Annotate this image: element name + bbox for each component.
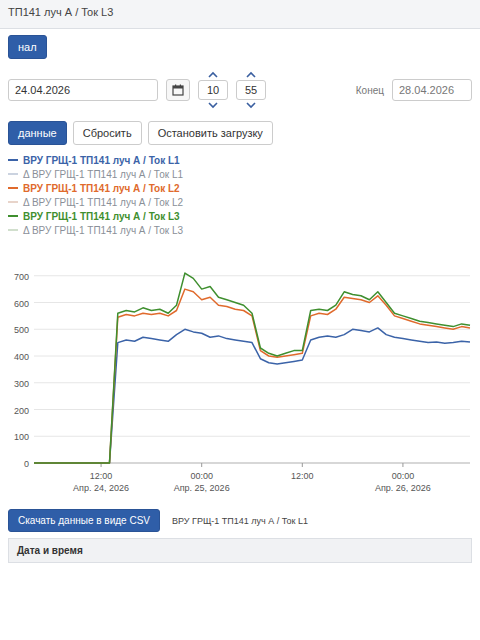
grid-line <box>34 436 470 437</box>
end-date-field[interactable] <box>392 79 472 101</box>
calendar-button[interactable] <box>166 79 190 101</box>
grid-line <box>34 329 470 330</box>
calendar-icon <box>172 84 184 96</box>
download-csv-button[interactable]: Скачать данные в виде CSV <box>8 509 160 532</box>
page: ТП141 луч А / Ток L3 нал Конец данныеСброси… <box>0 0 480 640</box>
x-tick-time: 12:00 <box>90 471 113 481</box>
x-tick-date: Апр. 26, 2026 <box>375 483 431 493</box>
actions-row: данныеСброситьОстановить загрузку <box>0 115 480 151</box>
grid-line <box>34 356 470 357</box>
y-tick: 0 <box>24 459 470 469</box>
legend-mark <box>8 173 18 175</box>
y-tick-label: 300 <box>14 379 29 389</box>
chevron-down-icon[interactable] <box>208 102 218 109</box>
legend-mark <box>8 229 18 231</box>
legend-label: Δ ВРУ ГРЩ-1 ТП141 луч А / Ток L1 <box>23 169 183 180</box>
legend-mark <box>8 215 18 217</box>
y-tick: 300 <box>14 379 470 389</box>
panel-header: ТП141 луч А / Ток L3 <box>0 0 480 29</box>
y-tick-label: 600 <box>14 299 29 309</box>
y-tick-label: 200 <box>14 406 29 416</box>
x-tick-time: 00:00 <box>190 471 213 481</box>
x-tick: 00:00 Апр. 25, 2026 <box>174 463 230 493</box>
range-row: Конец <box>0 65 480 115</box>
x-tick: 12:00 Апр. 24, 2026 <box>73 463 129 493</box>
x-tick: 12:00 <box>291 463 314 481</box>
x-tick-date: Апр. 25, 2026 <box>174 483 230 493</box>
panel-title: ТП141 луч А / Ток L3 <box>8 6 113 18</box>
footer: Скачать данные в виде CSV ВРУ ГРЩ-1 ТП141… <box>0 505 480 563</box>
x-tick: 00:00 Апр. 26, 2026 <box>375 463 431 493</box>
legend: ВРУ ГРЩ-1 ТП141 луч А / Ток L1 Δ ВРУ ГРЩ-… <box>0 153 480 237</box>
minute-spinner <box>236 71 266 109</box>
x-tick-time: 12:00 <box>291 471 314 481</box>
channel-row: нал <box>0 29 480 65</box>
hour-spinner <box>198 71 228 109</box>
chevron-up-icon[interactable] <box>208 71 218 78</box>
hour-field[interactable] <box>198 80 228 100</box>
legend-item[interactable]: ВРУ ГРЩ-1 ТП141 луч А / Ток L2 <box>8 181 472 195</box>
series-line <box>34 273 470 463</box>
legend-item[interactable]: ВРУ ГРЩ-1 ТП141 луч А / Ток L3 <box>8 209 472 223</box>
chevron-up-icon[interactable] <box>246 71 256 78</box>
x-tick-date: Апр. 24, 2026 <box>73 483 129 493</box>
legend-item[interactable]: ВРУ ГРЩ-1 ТП141 луч А / Ток L1 <box>8 153 472 167</box>
table-caption: ВРУ ГРЩ-1 ТП141 луч А / Ток L1 <box>172 516 308 526</box>
x-axis: 12:00 Апр. 24, 2026 00:00 Апр. 25, 2026 12:0… <box>34 463 470 493</box>
legend-label: Δ ВРУ ГРЩ-1 ТП141 луч А / Ток L3 <box>23 225 183 236</box>
minute-field[interactable] <box>236 80 266 100</box>
end-label: Конец <box>356 85 384 96</box>
legend-item[interactable]: Δ ВРУ ГРЩ-1 ТП141 луч А / Ток L3 <box>8 223 472 237</box>
grid-line <box>34 409 470 410</box>
channel-button[interactable]: нал <box>8 35 47 59</box>
y-tick: 100 <box>14 432 470 442</box>
y-tick-label: 0 <box>24 459 29 469</box>
chart: 0 100 200 300 400 500 600 700 12:00 Апр. 24, 2026… <box>0 237 480 505</box>
legend-mark <box>8 187 18 189</box>
y-tick-label: 500 <box>14 325 29 335</box>
legend-mark <box>8 201 18 203</box>
x-tick-mark <box>201 463 202 467</box>
chevron-down-icon[interactable] <box>246 102 256 109</box>
table-header: Дата и время <box>8 538 472 563</box>
y-tick: 200 <box>14 406 470 416</box>
x-tick-mark <box>402 463 403 467</box>
x-tick-mark <box>302 463 303 467</box>
legend-mark <box>8 159 18 161</box>
footer-row: Скачать данные в виде CSV ВРУ ГРЩ-1 ТП141… <box>8 509 472 532</box>
legend-label: ВРУ ГРЩ-1 ТП141 луч А / Ток L3 <box>23 211 180 222</box>
y-tick-label: 400 <box>14 352 29 362</box>
legend-label: ВРУ ГРЩ-1 ТП141 луч А / Ток L1 <box>23 155 180 166</box>
legend-label: ВРУ ГРЩ-1 ТП141 луч А / Ток L2 <box>23 183 180 194</box>
action-button[interactable]: данные <box>8 121 67 145</box>
y-tick: 600 <box>14 299 470 309</box>
x-tick-time: 00:00 <box>392 471 415 481</box>
legend-label: Δ ВРУ ГРЩ-1 ТП141 луч А / Ток L2 <box>23 197 183 208</box>
grid-line <box>34 382 470 383</box>
series-line <box>34 328 470 463</box>
legend-item[interactable]: Δ ВРУ ГРЩ-1 ТП141 луч А / Ток L1 <box>8 167 472 181</box>
y-tick-label: 700 <box>14 272 29 282</box>
y-tick: 700 <box>14 272 470 282</box>
line-chart: 0 100 200 300 400 500 600 700 12:00 Апр. 24, 2026… <box>0 241 480 503</box>
start-date-field[interactable] <box>8 79 158 101</box>
table-column-header[interactable]: Дата и время <box>17 545 83 556</box>
y-tick: 500 <box>14 325 470 335</box>
y-tick: 400 <box>14 352 470 362</box>
grid-line <box>34 302 470 303</box>
y-axis: 0 100 200 300 400 500 600 700 <box>14 272 470 469</box>
action-button[interactable]: Сбросить <box>73 121 142 145</box>
y-tick-label: 100 <box>14 432 29 442</box>
grid-line <box>34 275 470 276</box>
action-button[interactable]: Остановить загрузку <box>148 121 273 145</box>
legend-item[interactable]: Δ ВРУ ГРЩ-1 ТП141 луч А / Ток L2 <box>8 195 472 209</box>
